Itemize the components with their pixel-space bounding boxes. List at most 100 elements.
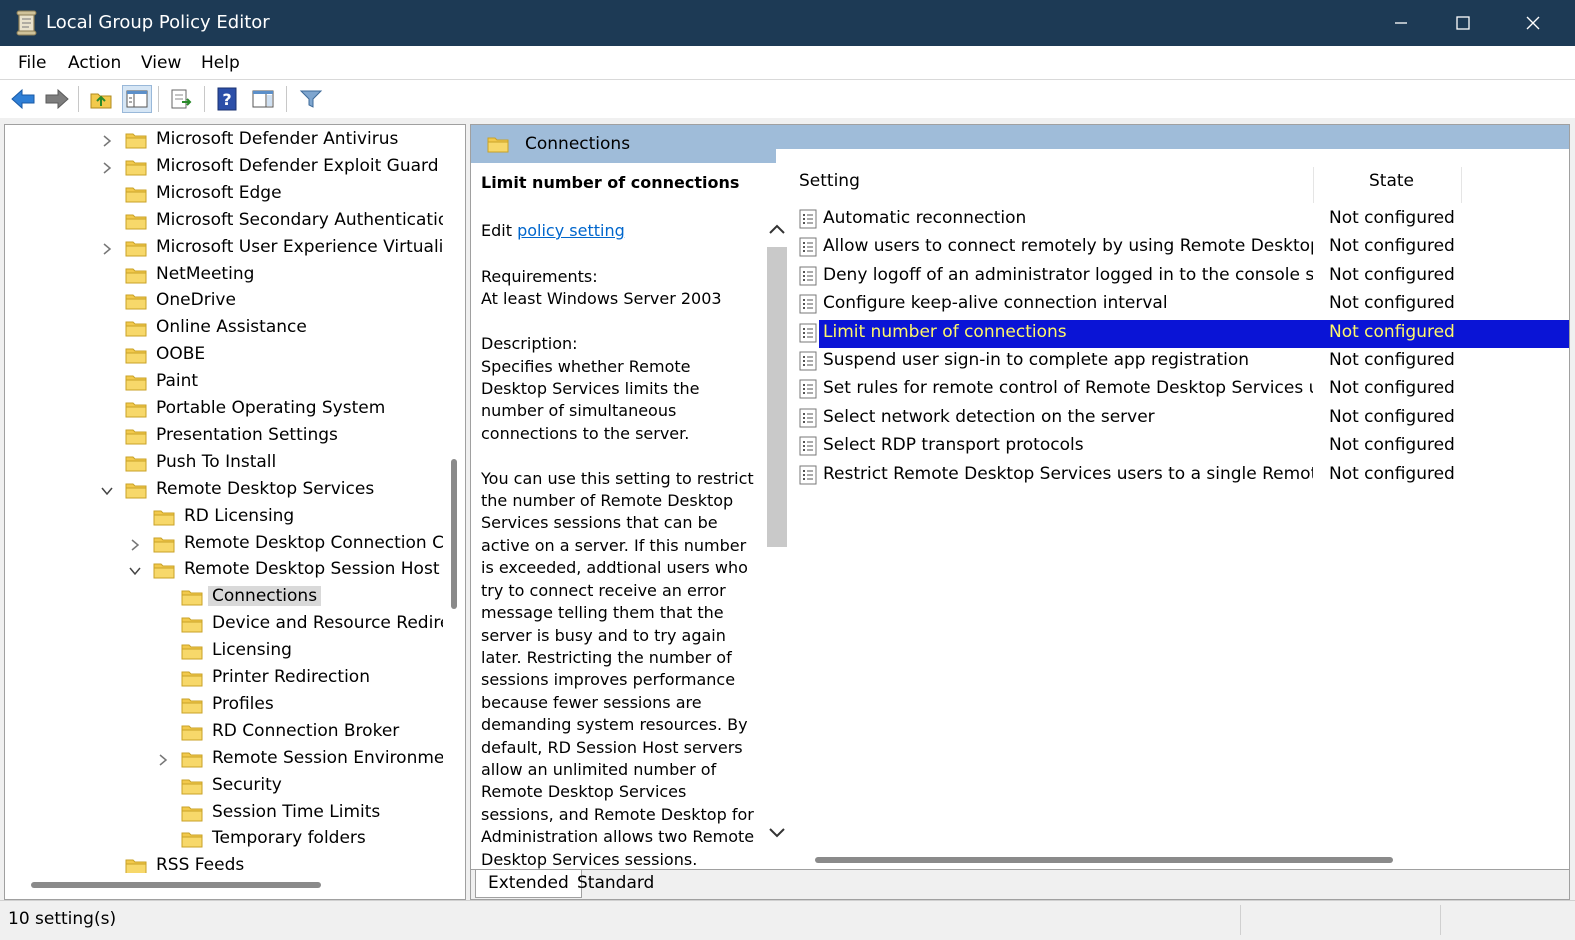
tree-item[interactable]: Online Assistance (5, 315, 445, 342)
tree-item[interactable]: Remote Desktop Connection Clie (5, 531, 464, 558)
tree-item[interactable]: Remote Desktop Services (5, 477, 445, 504)
folder-icon (125, 429, 147, 445)
close-button[interactable] (1498, 0, 1568, 46)
tree-vertical-scroll-thumb[interactable] (451, 459, 457, 609)
setting-row[interactable]: Limit number of connections Not configure… (789, 319, 1569, 348)
policy-setting-icon (799, 436, 817, 456)
setting-row[interactable]: Configure keep-alive connection interval… (789, 290, 1569, 318)
menu-view[interactable]: View (141, 53, 181, 73)
tree-item[interactable]: OneDrive (5, 288, 445, 315)
settings-list: Setting State Automatic reconnection Not … (789, 163, 1569, 869)
setting-row[interactable]: Restrict Remote Desktop Services users t… (789, 461, 1569, 489)
maximize-icon (1456, 16, 1470, 30)
tree-item-label: Printer Redirection (212, 667, 370, 687)
tree-item-label: Presentation Settings (156, 424, 338, 445)
show-hide-console-tree-icon (126, 90, 148, 108)
maximize-button[interactable] (1428, 0, 1498, 46)
column-divider[interactable] (1461, 167, 1462, 203)
column-header-state[interactable]: State (1369, 171, 1414, 201)
setting-state: Not configured (1329, 463, 1455, 484)
filter-button[interactable] (296, 85, 326, 113)
menu-help[interactable]: Help (201, 53, 240, 73)
menu-file[interactable]: File (18, 53, 46, 73)
tree-item-label: OOBE (156, 344, 206, 365)
chevron-right-icon[interactable] (99, 160, 115, 176)
tree-item[interactable]: Remote Session Environment (5, 746, 462, 773)
tree-item[interactable]: Paint (5, 369, 445, 396)
description-scrollbar[interactable] (765, 205, 789, 849)
setting-state: Not configured (1329, 293, 1455, 314)
show-hide-console-tree-button[interactable] (122, 85, 152, 113)
chevron-right-icon[interactable] (99, 133, 115, 149)
minimize-button[interactable] (1366, 0, 1436, 46)
details-header: Connections (471, 125, 1569, 163)
policy-setting-link[interactable]: policy setting (517, 221, 625, 240)
description-scroll-thumb[interactable] (767, 247, 787, 547)
tree-item[interactable]: Microsoft Defender Exploit Guard (5, 154, 445, 181)
policy-setting-icon (799, 323, 817, 343)
setting-row[interactable]: Suspend user sign-in to complete app reg… (789, 347, 1569, 375)
console-tree[interactable]: Microsoft Defender Antivirus Microsoft De… (4, 124, 466, 900)
scroll-down-button[interactable] (767, 823, 787, 843)
tree-horizontal-scroll-thumb[interactable] (31, 882, 321, 888)
tree-item[interactable]: Connections (5, 584, 445, 611)
settings-horizontal-scrollbar[interactable] (789, 851, 1569, 869)
up-one-level-button[interactable] (86, 85, 116, 113)
tree-item[interactable]: Remote Desktop Session Host (5, 557, 445, 584)
tree-item-label: Remote Session Environment (212, 747, 462, 768)
toolbar-separator (286, 86, 287, 112)
column-divider[interactable] (1313, 167, 1314, 203)
setting-row[interactable]: Automatic reconnection Not configured (789, 205, 1569, 233)
export-list-button[interactable] (166, 85, 196, 113)
forward-button[interactable] (42, 85, 72, 113)
chevron-right-icon[interactable] (155, 752, 171, 768)
tree-item[interactable]: Profiles (5, 692, 445, 719)
tree-item[interactable]: NetMeeting (5, 262, 445, 289)
tree-item-label: Microsoft Defender Antivirus (156, 129, 399, 149)
tree-item[interactable]: Licensing (5, 638, 445, 665)
setting-row[interactable]: Select network detection on the server No… (789, 404, 1569, 432)
policy-setting-icon (799, 351, 817, 371)
setting-row[interactable]: Select RDP transport protocols Not config… (789, 432, 1569, 460)
tree-vertical-scrollbar[interactable] (443, 125, 465, 873)
folder-icon (181, 698, 203, 714)
chevron-down-icon[interactable] (99, 483, 115, 499)
tree-horizontal-scrollbar[interactable] (5, 873, 465, 899)
chevron-down-icon[interactable] (127, 563, 143, 579)
toolbar-separator (204, 86, 205, 112)
tree-item[interactable]: Push To Install (5, 450, 445, 477)
chevron-right-icon[interactable] (99, 241, 115, 257)
scroll-up-button[interactable] (767, 219, 787, 239)
help-button[interactable]: ? (212, 85, 242, 113)
tree-item[interactable]: Security (5, 773, 445, 800)
tree-item[interactable]: Temporary folders (5, 826, 445, 853)
column-header-setting[interactable]: Setting (799, 171, 860, 201)
tree-item[interactable]: Presentation Settings (5, 423, 445, 450)
show-hide-action-pane-button[interactable] (248, 85, 278, 113)
tree-item[interactable]: RD Licensing (5, 504, 445, 531)
tab-standard[interactable]: Standard (565, 870, 666, 898)
setting-row[interactable]: Allow users to connect remotely by using… (789, 233, 1569, 261)
folder-icon (125, 214, 147, 230)
tree-item[interactable]: Microsoft Edge (5, 181, 445, 208)
settings-horizontal-scroll-thumb[interactable] (815, 857, 1393, 863)
tree-item[interactable]: RD Connection Broker (5, 719, 445, 746)
tree-item[interactable]: Microsoft Secondary Authentication (5, 208, 459, 235)
tree-item[interactable]: Microsoft User Experience Virtualizat (5, 235, 465, 262)
folder-icon (125, 321, 147, 337)
chevron-right-icon[interactable] (127, 537, 143, 553)
menu-action[interactable]: Action (68, 53, 121, 73)
description-heading: Limit number of connections (481, 173, 740, 192)
description-body: Requirements: At least Windows Server 20… (481, 267, 755, 869)
setting-state: Not configured (1329, 378, 1455, 399)
tree-item[interactable]: Portable Operating System (5, 396, 445, 423)
tree-item[interactable]: Device and Resource Redirect (5, 611, 465, 638)
setting-row[interactable]: Set rules for remote control of Remote D… (789, 375, 1569, 403)
back-button[interactable] (8, 85, 38, 113)
tree-item[interactable]: Microsoft Defender Antivirus (5, 127, 445, 154)
tree-item[interactable]: Printer Redirection (5, 665, 445, 692)
tree-item[interactable]: OOBE (5, 342, 445, 369)
setting-row[interactable]: Deny logoff of an administrator logged i… (789, 262, 1569, 290)
tree-item[interactable]: Session Time Limits (5, 800, 445, 827)
status-text: 10 setting(s) (8, 909, 117, 929)
